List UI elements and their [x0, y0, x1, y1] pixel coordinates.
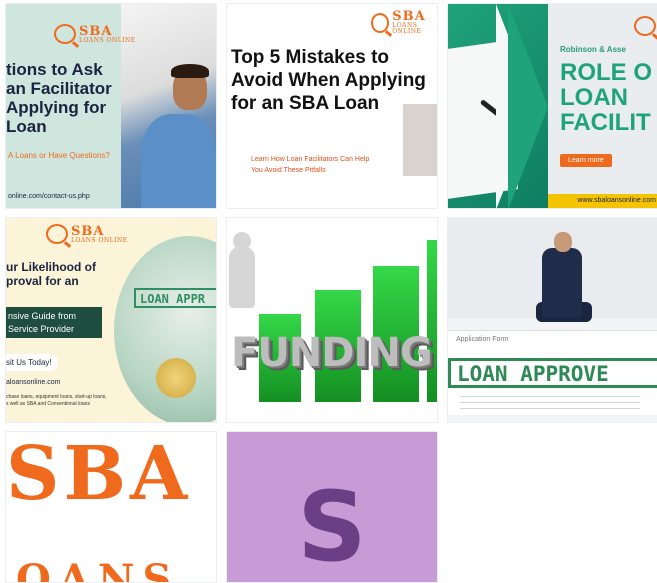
- magnifier-icon: [54, 24, 76, 44]
- learn-more-button: Learn more: [560, 154, 612, 167]
- loans-big-text: OANS: [16, 556, 180, 583]
- tile-url: aloansonline.com: [6, 379, 61, 386]
- visit-us-badge: sit Us Today!: [6, 354, 58, 371]
- company-name: Robinson & Asse: [560, 45, 626, 54]
- businessman-figure: [542, 248, 582, 318]
- grid-tile-loan-approved[interactable]: Application Form LOAN APPROVE: [447, 217, 657, 423]
- laptop-photo: [403, 104, 437, 176]
- tile-title: ur Likelihood of proval for an: [6, 260, 96, 288]
- grid-tile-sba-loans-logo[interactable]: SBA OANS: [5, 431, 217, 583]
- grid-tile-top-5-mistakes[interactable]: SBA LOANS ONLINE Top 5 Mistakes to Avoid…: [226, 3, 438, 209]
- sba-logo: SBA LOANS ONLINE: [46, 224, 128, 244]
- tile-question: A Loans or Have Questions?: [8, 151, 110, 160]
- logo-text: SBA: [71, 223, 105, 239]
- tile-title: tions to Ask an Facilitator Applying for…: [6, 60, 112, 136]
- tile-title: ROLE O LOAN FACILIT: [560, 59, 653, 136]
- guide-banner: nsive Guide from Service Provider: [6, 307, 102, 338]
- grid-tile-funding[interactable]: FUNDING: [226, 217, 438, 423]
- image-grid: SBA LOANS ONLINE tions to Ask an Facilit…: [0, 0, 657, 583]
- logo-subtext: LOANS ONLINE: [79, 36, 136, 44]
- magnifier-icon: [634, 16, 656, 36]
- loan-approved-stamp: LOAN APPROVE: [448, 358, 657, 388]
- form-title: Application Form: [456, 336, 509, 343]
- sba-logo: [634, 16, 656, 36]
- grid-tile-likelihood-of-approval[interactable]: LOAN APPR SBA LOANS ONLINE ur Likelihood…: [5, 217, 217, 423]
- grid-tile-role-of-loan-facilitator[interactable]: Robinson & Asse ROLE O LOAN FACILIT Lear…: [447, 3, 657, 209]
- logo-subtext: LOANS ONLINE: [392, 22, 422, 35]
- sba-big-text: SBA: [6, 431, 192, 517]
- sba-logo: SBA LOANS ONLINE: [54, 24, 136, 44]
- tile-small-text: chase loans, equipment loans, start-up l…: [6, 394, 107, 407]
- tile-subtitle: Learn How Loan Facilitators Can Help You…: [251, 156, 370, 174]
- sba-logo: SBA LOANS ONLINE: [371, 10, 437, 35]
- grid-tile-avatar-s[interactable]: S: [226, 431, 438, 583]
- grid-tile-questions-to-ask[interactable]: SBA LOANS ONLINE tions to Ask an Facilit…: [5, 3, 217, 209]
- coins-icon: [156, 358, 196, 398]
- magnifier-icon: [46, 224, 68, 244]
- climbing-figure: [229, 246, 255, 308]
- tile-footer-url: www.sbaloansonline.com: [548, 194, 657, 208]
- tile-url: online.com/contact-us.php: [8, 193, 90, 200]
- funding-word: FUNDING: [231, 330, 433, 376]
- loan-approved-stamp: LOAN APPR: [134, 288, 216, 308]
- avatar-letter: S: [297, 471, 367, 583]
- logo-text: SBA: [79, 23, 113, 39]
- logo-subtext: LOANS ONLINE: [71, 236, 128, 244]
- magnifier-icon: [371, 12, 390, 33]
